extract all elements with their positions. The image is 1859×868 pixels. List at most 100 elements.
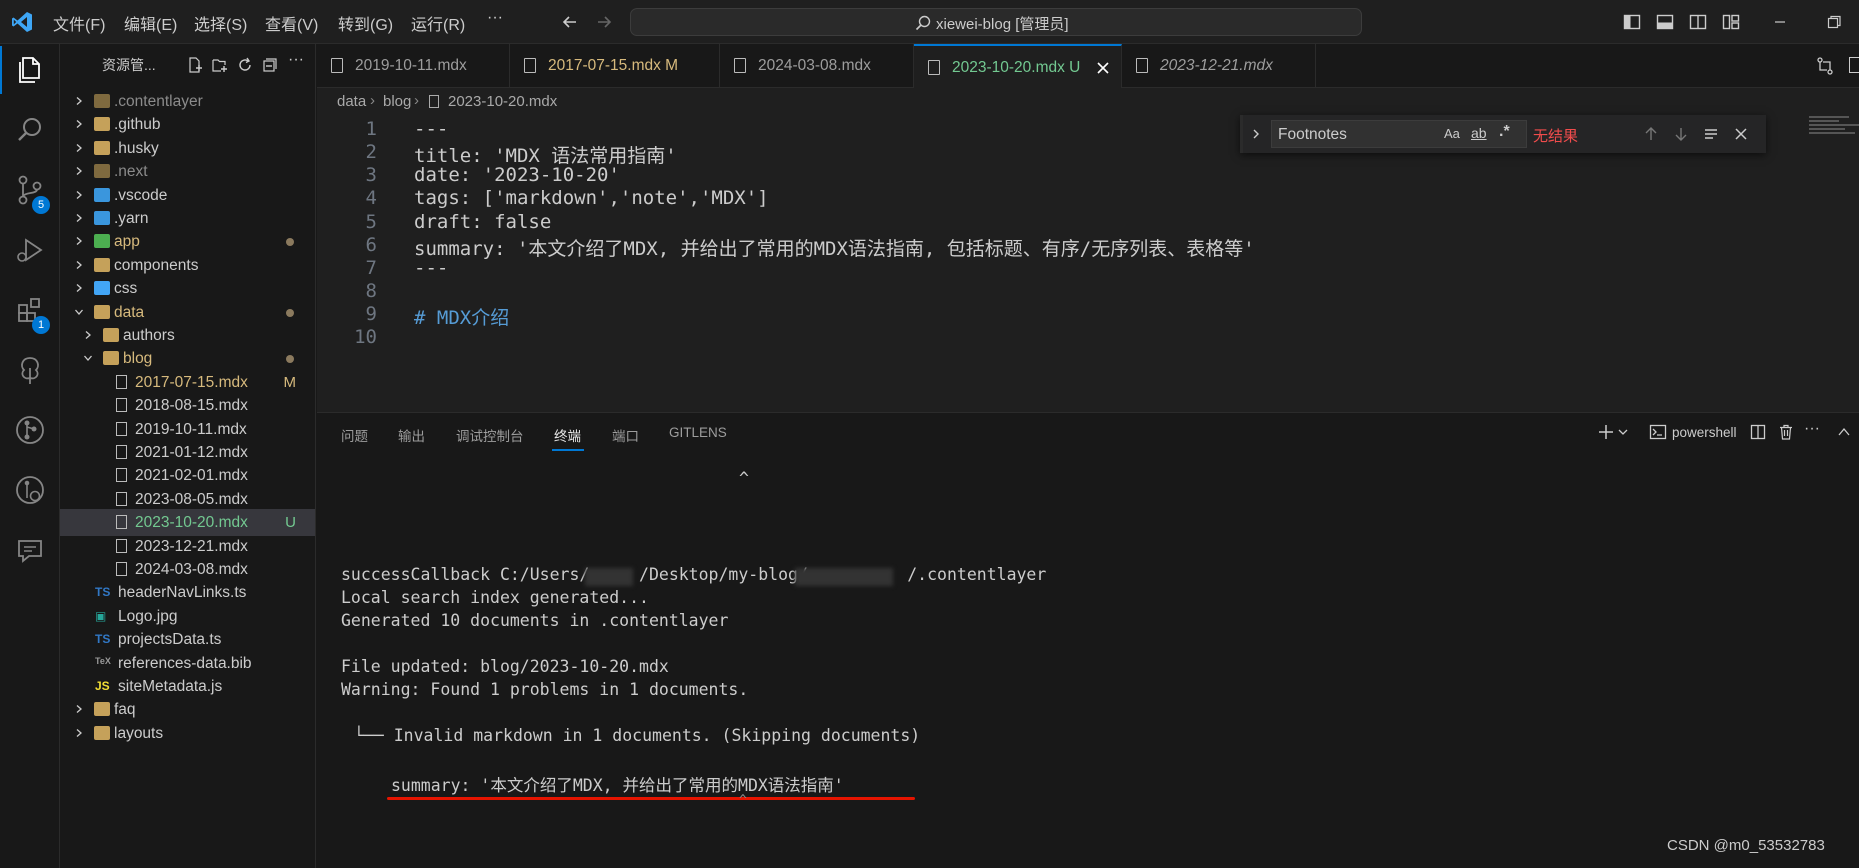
close-icon[interactable] <box>1733 126 1749 142</box>
toggle-panel-icon[interactable] <box>1655 12 1675 32</box>
panel-tab-output[interactable]: 输出 <box>398 425 425 445</box>
chevron-down-icon[interactable] <box>1617 426 1629 438</box>
panel-tab-gitlens[interactable]: GITLENS <box>669 425 727 440</box>
chevron-right-icon[interactable] <box>1249 127 1263 141</box>
folder-icon <box>94 94 110 108</box>
command-center-search[interactable]: xiewei-blog [管理员] <box>630 8 1362 36</box>
chevron-right-icon: › <box>370 92 375 109</box>
chevron-right-icon[interactable] <box>74 283 84 293</box>
customize-layout-icon[interactable] <box>1721 12 1741 32</box>
find-in-selection-icon[interactable] <box>1703 126 1719 142</box>
code-line: --- <box>414 118 449 140</box>
chevron-up-icon[interactable] <box>1837 425 1851 439</box>
menu-go[interactable]: 转到(G) <box>338 11 393 35</box>
breadcrumb-item-file[interactable]: 2023-10-20.mdx <box>448 93 557 110</box>
chevron-right-icon[interactable] <box>74 143 84 153</box>
menu-file[interactable]: 文件(F) <box>53 11 105 35</box>
match-case-toggle[interactable]: Aa <box>1444 126 1460 141</box>
explorer-icon[interactable] <box>12 52 48 88</box>
more-actions-icon[interactable]: ··· <box>1804 420 1820 438</box>
menu-edit[interactable]: 编辑(E) <box>124 11 177 35</box>
chevron-right-icon[interactable] <box>74 704 84 714</box>
chevron-down-icon[interactable] <box>83 353 93 363</box>
folder-icon <box>103 351 119 366</box>
file-icon <box>734 58 746 73</box>
line-number: 2 <box>365 141 377 163</box>
regex-toggle[interactable]: .* <box>1499 123 1510 141</box>
line-number: 3 <box>365 164 377 186</box>
chevron-right-icon[interactable] <box>74 190 84 200</box>
arrow-left-icon[interactable] <box>560 12 580 32</box>
whole-word-toggle[interactable]: ab <box>1471 125 1487 141</box>
chevron-right-icon[interactable] <box>74 96 84 106</box>
tab-label: 2023-10-20.mdx U <box>952 59 1081 76</box>
breadcrumb-item-blog[interactable]: blog <box>383 93 411 110</box>
git-graph-icon[interactable] <box>12 412 48 448</box>
split-editor-icon[interactable] <box>1849 57 1859 73</box>
toggle-sidebar-icon[interactable] <box>1622 12 1642 32</box>
chevron-right-icon[interactable] <box>83 330 93 340</box>
next-match-icon[interactable] <box>1673 126 1689 142</box>
editor-tab[interactable]: 2017-07-15.mdx M <box>510 44 720 88</box>
collapse-all-icon[interactable] <box>261 56 279 74</box>
file-icon <box>116 491 127 506</box>
file-icon <box>116 468 127 483</box>
minimap[interactable] <box>1795 116 1859 412</box>
refresh-icon[interactable] <box>236 56 254 74</box>
new-terminal-icon[interactable] <box>1597 423 1615 441</box>
search-icon[interactable] <box>12 112 48 148</box>
new-file-icon[interactable] <box>186 56 204 74</box>
toggle-secondary-sidebar-icon[interactable] <box>1688 12 1708 32</box>
folder-icon <box>94 234 110 249</box>
terminal-line: File updated: blog/2023-10-20.mdx <box>341 657 669 676</box>
compare-changes-icon[interactable] <box>1815 56 1835 76</box>
extensions-badge: 1 <box>32 316 50 334</box>
find-query: Footnotes <box>1278 126 1347 143</box>
menu-selection[interactable]: 选择(S) <box>194 11 247 35</box>
chevron-right-icon[interactable] <box>74 166 84 176</box>
shell-name[interactable]: powershell <box>1672 425 1737 440</box>
tree-folder[interactable]: layouts <box>60 720 315 747</box>
run-debug-icon[interactable] <box>12 232 48 268</box>
editor-tab[interactable]: 2023-12-21.mdx <box>1122 44 1316 88</box>
tree-item-label: .yarn <box>114 210 149 227</box>
gitlens-icon[interactable] <box>12 472 48 508</box>
chevron-right-icon[interactable] <box>74 260 84 270</box>
new-folder-icon[interactable] <box>211 56 229 74</box>
arrow-right-icon[interactable] <box>594 12 614 32</box>
terminal-caret: ^ <box>739 469 749 488</box>
chevron-right-icon[interactable] <box>74 119 84 129</box>
breadcrumb-item-data[interactable]: data <box>337 93 366 110</box>
trash-icon[interactable] <box>1777 423 1795 441</box>
tree-item-label: headerNavLinks.ts <box>118 584 247 602</box>
menu-run[interactable]: 运行(R) <box>411 11 465 35</box>
minimize-icon[interactable] <box>1770 12 1790 32</box>
chevron-right-icon[interactable] <box>74 728 84 738</box>
editor-tab[interactable]: 2023-10-20.mdx U <box>914 44 1122 88</box>
previous-match-icon[interactable] <box>1643 126 1659 142</box>
tab-label: 2017-07-15.mdx M <box>548 57 679 74</box>
chat-icon[interactable] <box>12 532 48 568</box>
search-icon <box>915 15 931 31</box>
menu-view[interactable]: 查看(V) <box>265 11 318 35</box>
watermark: CSDN @m0_53532783 <box>1667 837 1825 854</box>
split-terminal-icon[interactable] <box>1749 423 1767 441</box>
line-number: 1 <box>365 118 377 140</box>
chevron-right-icon[interactable] <box>74 236 84 246</box>
panel-tab-debug-console[interactable]: 调试控制台 <box>456 425 524 445</box>
chevron-right-icon[interactable] <box>74 213 84 223</box>
code-editor[interactable]: 1 --- 2 title: 'MDX 语法常用指南' 3 date: '2023-10-… <box>317 116 1859 412</box>
close-icon[interactable] <box>1095 60 1111 76</box>
menu-more[interactable]: ··· <box>487 9 503 27</box>
panel-tab-problems[interactable]: 问题 <box>341 425 368 445</box>
editor-tab[interactable]: 2024-03-08.mdx <box>720 44 914 88</box>
chevron-down-icon[interactable] <box>74 307 84 317</box>
more-actions-icon[interactable]: ··· <box>288 51 304 69</box>
folder-icon <box>94 164 110 179</box>
restore-icon[interactable] <box>1824 12 1844 32</box>
panel-tab-ports[interactable]: 端口 <box>612 425 639 445</box>
find-input[interactable]: Footnotes Aa ab .* <box>1271 120 1527 148</box>
editor-tab[interactable]: 2019-10-11.mdx <box>317 44 510 88</box>
tree-view-icon[interactable] <box>12 352 48 388</box>
panel-tab-terminal[interactable]: 终端 <box>554 425 581 445</box>
